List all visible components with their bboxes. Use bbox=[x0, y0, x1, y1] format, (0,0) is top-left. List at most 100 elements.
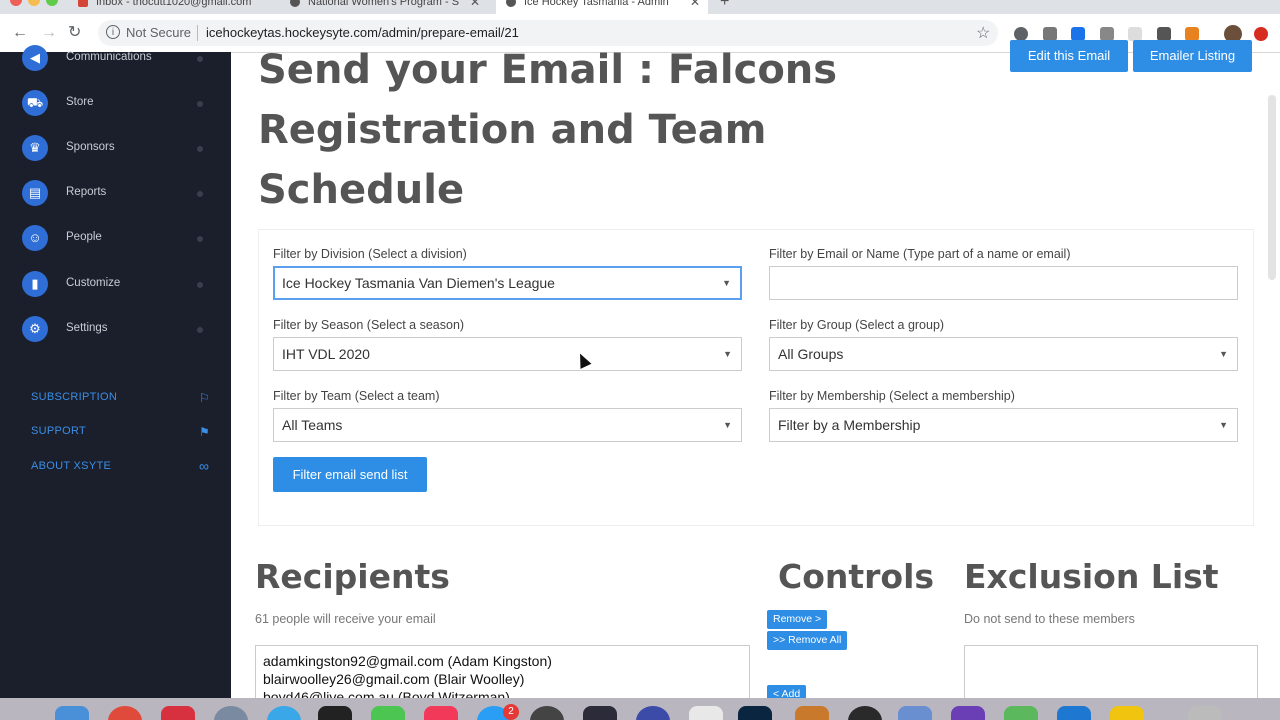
remove-button[interactable]: Remove > bbox=[767, 610, 828, 629]
group-select[interactable]: All Groups ▼ bbox=[769, 337, 1238, 371]
emailer-listing-button[interactable]: Emailer Listing bbox=[1133, 40, 1252, 72]
sidebar-item-label: Sponsors bbox=[66, 141, 115, 153]
user-icon: ☺ bbox=[22, 225, 48, 251]
page-scrollbar[interactable] bbox=[1268, 95, 1276, 280]
team-select[interactable]: All Teams ▼ bbox=[273, 408, 742, 442]
division-filter-label: Filter by Division (Select a division) bbox=[273, 247, 467, 261]
caret-down-icon: ▼ bbox=[1219, 420, 1228, 430]
caret-down-icon: ▼ bbox=[722, 278, 731, 288]
sidebar-item-customize[interactable]: ▮ Customize bbox=[0, 265, 231, 305]
extension-gear-icon[interactable] bbox=[1014, 27, 1028, 41]
vscode-icon[interactable] bbox=[1057, 706, 1091, 720]
slack-icon[interactable] bbox=[689, 706, 723, 720]
crown-icon: ♛ bbox=[22, 135, 48, 161]
system-preferences-icon[interactable] bbox=[530, 706, 564, 720]
browser-tab-bar: Inbox - thocutt1020@gmail.com National W… bbox=[0, 0, 1280, 14]
status-dot bbox=[197, 56, 203, 62]
remove-all-button[interactable]: >> Remove All bbox=[767, 631, 848, 650]
tab-national-womens-program[interactable]: National Women's Program - S ✕ bbox=[290, 0, 488, 14]
globe-icon bbox=[290, 0, 300, 8]
page-title: Send your Email : Falcons Registration a… bbox=[258, 47, 838, 213]
tab-title: Inbox - thocutt1020@gmail.com bbox=[96, 0, 252, 8]
exclusion-list-heading: Exclusion List bbox=[964, 557, 1219, 596]
sidebar-item-label: People bbox=[66, 231, 102, 243]
app-icon[interactable] bbox=[636, 706, 670, 720]
new-tab-icon[interactable]: + bbox=[720, 0, 729, 12]
chrome-icon[interactable] bbox=[108, 706, 142, 720]
about-xsyte-link[interactable]: ABOUT XSYTE bbox=[31, 460, 111, 472]
extension-red-icon[interactable] bbox=[1254, 27, 1268, 41]
messages-icon[interactable] bbox=[371, 706, 405, 720]
minimize-window-button[interactable] bbox=[28, 0, 40, 6]
close-window-button[interactable] bbox=[10, 0, 22, 6]
list-item[interactable]: blairwoolley26@gmail.com (Blair Woolley) bbox=[256, 670, 749, 688]
sidebar-item-settings[interactable]: ⚙ Settings bbox=[0, 310, 231, 350]
tab-title: Ice Hockey Tasmania - Admin bbox=[524, 0, 669, 8]
season-select-value: IHT VDL 2020 bbox=[282, 346, 370, 362]
extension-camera-icon[interactable] bbox=[1043, 27, 1057, 41]
edit-email-button[interactable]: Edit this Email bbox=[1010, 40, 1128, 72]
support-chat-icon: ⚑ bbox=[199, 425, 210, 439]
email-filter-label: Filter by Email or Name (Type part of a … bbox=[769, 247, 1071, 261]
support-link[interactable]: SUPPORT bbox=[31, 425, 86, 437]
safari-icon[interactable] bbox=[214, 706, 248, 720]
sidebar-item-label: Communications bbox=[66, 51, 152, 63]
extension-code-icon[interactable] bbox=[1157, 27, 1171, 41]
sketch-icon[interactable] bbox=[795, 706, 829, 720]
tab-gmail[interactable]: Inbox - thocutt1020@gmail.com bbox=[78, 0, 283, 14]
metamask-fox-icon[interactable] bbox=[1185, 27, 1199, 41]
team-filter-label: Filter by Team (Select a team) bbox=[273, 389, 440, 403]
division-select[interactable]: Ice Hockey Tasmania Van Diemen's League … bbox=[273, 266, 742, 300]
info-icon[interactable]: i bbox=[106, 25, 120, 39]
subscription-link[interactable]: SUBSCRIPTION bbox=[31, 391, 117, 403]
calendar-app-icon[interactable] bbox=[161, 706, 195, 720]
extension-shield-icon[interactable] bbox=[1071, 27, 1085, 41]
flag-icon: ⚐ bbox=[199, 391, 210, 405]
terminal-icon[interactable] bbox=[318, 706, 352, 720]
close-tab-icon[interactable]: ✕ bbox=[690, 0, 700, 12]
membership-filter-label: Filter by Membership (Select a membershi… bbox=[769, 389, 1015, 403]
paint-roller-icon: ▮ bbox=[22, 271, 48, 297]
finder-icon[interactable] bbox=[55, 706, 89, 720]
infinity-icon: ∞ bbox=[199, 458, 209, 474]
filter-email-send-list-button[interactable]: Filter email send list bbox=[273, 457, 427, 492]
status-dot bbox=[197, 282, 203, 288]
url-text[interactable]: icehockeytas.hockeysyte.com/admin/prepar… bbox=[206, 25, 519, 40]
email-name-filter-input[interactable] bbox=[769, 266, 1238, 300]
sidebar-item-label: Customize bbox=[66, 277, 121, 289]
globe-icon bbox=[506, 0, 516, 8]
caret-down-icon: ▼ bbox=[1219, 349, 1228, 359]
sidebar-item-reports[interactable]: ▤ Reports bbox=[0, 174, 231, 214]
tab-ice-hockey-tasmania[interactable]: Ice Hockey Tasmania - Admin ✕ bbox=[496, 0, 708, 14]
sidebar-item-label: Store bbox=[66, 96, 94, 108]
gmail-icon bbox=[78, 0, 88, 8]
notes-icon[interactable] bbox=[1110, 706, 1144, 720]
extension-puzzle-icon[interactable] bbox=[1100, 27, 1114, 41]
sidebar-item-store[interactable]: ⛟ Store bbox=[0, 84, 231, 124]
preview-icon[interactable] bbox=[898, 706, 932, 720]
app-icon-purple[interactable] bbox=[951, 706, 985, 720]
sidebar-item-label: Settings bbox=[66, 322, 108, 334]
bookmark-star-icon[interactable]: ☆ bbox=[976, 23, 990, 43]
sidebar-item-communications[interactable]: ◀ Communications bbox=[0, 39, 231, 79]
close-tab-icon[interactable]: ✕ bbox=[470, 0, 480, 12]
sidebar-item-sponsors[interactable]: ♛ Sponsors bbox=[0, 129, 231, 169]
zoom-window-button[interactable] bbox=[46, 0, 58, 6]
status-dot bbox=[197, 146, 203, 152]
gear-icon: ⚙ bbox=[22, 316, 48, 342]
music-icon[interactable] bbox=[424, 706, 458, 720]
sidebar-item-people[interactable]: ☺ People bbox=[0, 219, 231, 259]
list-item[interactable]: adamkingston92@gmail.com (Adam Kingston) bbox=[256, 652, 749, 670]
sidebar-item-label: Reports bbox=[66, 186, 107, 198]
season-select[interactable]: IHT VDL 2020 ▼ bbox=[273, 337, 742, 371]
app-icon-green[interactable] bbox=[1004, 706, 1038, 720]
mac-dock bbox=[0, 698, 1280, 720]
trash-icon[interactable] bbox=[1188, 706, 1222, 720]
extension-blank-icon[interactable] bbox=[1128, 27, 1142, 41]
mail-icon[interactable] bbox=[267, 706, 301, 720]
photoshop-ps-icon[interactable] bbox=[738, 706, 772, 720]
membership-select[interactable]: Filter by a Membership ▼ bbox=[769, 408, 1238, 442]
app-icon-dark[interactable] bbox=[848, 706, 882, 720]
photoshop-icon[interactable] bbox=[583, 706, 617, 720]
caret-down-icon: ▼ bbox=[723, 420, 732, 430]
